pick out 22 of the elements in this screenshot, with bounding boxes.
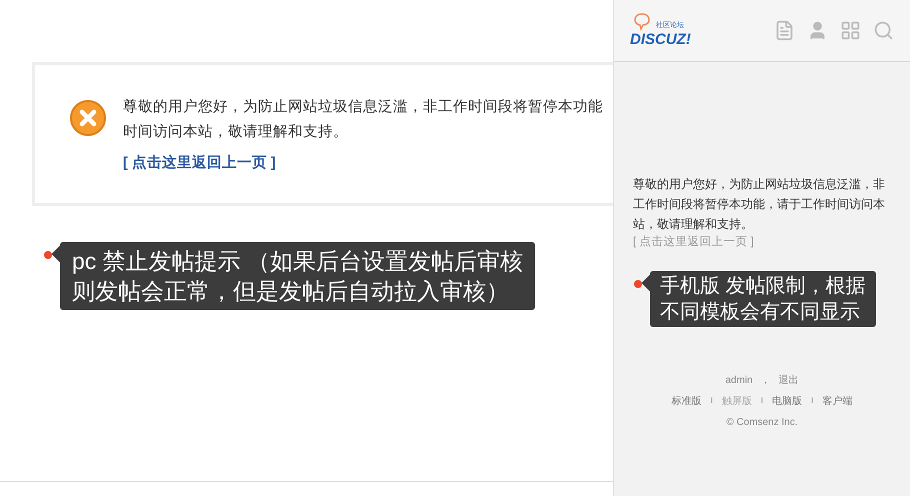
logout-link[interactable]: 退出 [778,373,799,388]
divider-text: I [710,395,713,408]
callout-text: 手机版 发帖限制，根据 不同模板会有不同显示 [650,271,876,328]
divider-text: I [760,395,764,408]
message-text: 尊敬的用户您好，为防止网站垃圾信息泛滥，非工作时间段将暂停本功能 [123,98,603,117]
version-link[interactable]: 标准版 [672,394,702,410]
search-icon[interactable] [873,20,894,41]
divider-text: I [811,395,814,408]
separator-text: ， [760,374,771,388]
version-link[interactable]: 客户端 [822,394,852,410]
document-icon[interactable] [774,20,795,41]
copyright-text: © Comsenz Inc. [726,416,798,430]
version-link[interactable]: 电脑版 [772,394,802,410]
grid-icon[interactable] [840,20,861,41]
back-link[interactable]: [ 点击这里返回上一页 ] [633,234,891,252]
message-text: 时间访问本站，敬请理解和支持。 [123,122,349,142]
version-link[interactable]: 触屏版 [722,394,752,410]
back-link[interactable]: [ 点击这里返回上一页 ] [123,153,603,175]
user-link[interactable]: admin [725,373,753,388]
callout-text: pc 禁止发帖提示 （如果后台设置发帖后审核 则发帖会正常，但是发帖后自动拉入审核） [60,242,536,310]
message-text: 尊敬的用户您好，为防止网站垃圾信息泛滥，非工作时间段将暂停本功能，请于工作时间访问本站，敬请理解和支持。 [633,176,886,233]
error-icon [69,99,107,137]
